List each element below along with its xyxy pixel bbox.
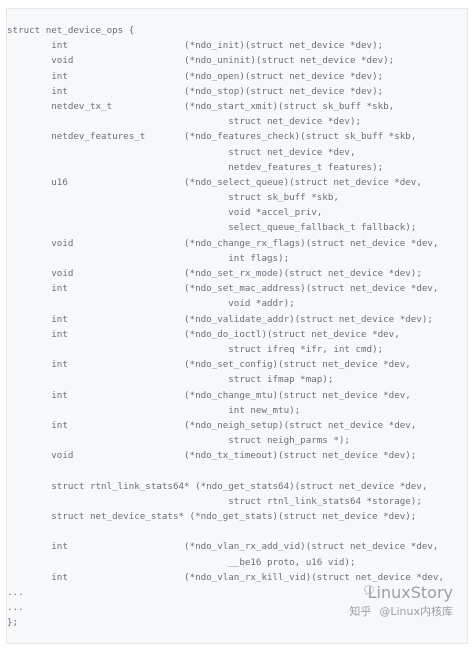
code-line: void *accel_priv, — [7, 207, 323, 219]
code-line: int (*ndo_vlan_rx_add_vid)(struct net_de… — [7, 541, 439, 553]
code-line: int (*ndo_change_mtu)(struct net_device … — [7, 389, 411, 401]
code-line: struct ifreq *ifr, int cmd); — [7, 343, 384, 355]
code-line: void (*ndo_change_rx_flags)(struct net_d… — [7, 237, 439, 249]
code-panel: struct net_device_ops { int (*ndo_init)(… — [6, 8, 468, 644]
code-line: void *addr); — [7, 298, 295, 310]
code-line: int (*ndo_validate_addr)(struct net_devi… — [7, 313, 433, 325]
code-line: struct net_device_stats* (*ndo_get_stats… — [7, 511, 417, 522]
watermark: LinuxStory 知乎 @Linux内核库 — [323, 583, 453, 625]
code-line: void (*ndo_uninit)(struct net_device *de… — [7, 55, 395, 67]
watermark-brand: LinuxStory — [367, 583, 453, 602]
code-line: int flags); — [7, 252, 290, 264]
code-line: void (*ndo_set_rx_mode)(struct net_devic… — [7, 268, 422, 279]
code-line: int (*ndo_set_config)(struct net_device … — [7, 359, 411, 371]
code-line: int (*ndo_stop)(struct net_device *dev); — [7, 85, 384, 97]
code-line: netdev_features_t (*ndo_features_check)(… — [7, 131, 417, 143]
code-line: netdev_tx_t (*ndo_start_xmit)(struct sk_… — [7, 100, 395, 112]
code-line: struct sk_buff *skb, — [7, 192, 339, 204]
code-line: int (*ndo_init)(struct net_device *dev); — [7, 40, 384, 52]
watermark-platform: 知乎 — [349, 605, 372, 618]
code-line: struct neigh_parms *); — [7, 435, 350, 447]
code-line: int (*ndo_open)(struct net_device *dev); — [7, 70, 384, 82]
code-line: struct ifmap *map); — [7, 374, 334, 386]
code-line: void (*ndo_tx_timeout)(struct net_device… — [7, 450, 417, 462]
code-line: int (*ndo_neigh_setup)(struct net_device… — [7, 419, 417, 431]
code-line: u16 (*ndo_select_queue)(struct net_devic… — [7, 176, 422, 188]
code-line: netdev_features_t features); — [7, 161, 384, 173]
code-block: struct net_device_ops { int (*ndo_init)(… — [7, 23, 467, 631]
watermark-account: @Linux内核库 — [379, 605, 453, 618]
code-line: int (*ndo_do_ioctl)(struct net_device *d… — [7, 328, 400, 340]
code-line: struct rtnl_link_stats64 *storage); — [7, 495, 422, 507]
code-line: struct net_device *dev, — [7, 146, 356, 158]
code-line: struct net_device_ops { — [7, 25, 135, 36]
code-line: __be16 proto, u16 vid); — [7, 556, 356, 568]
watermark-footer: 知乎 @Linux内核库 — [349, 603, 453, 619]
code-line: int (*ndo_set_mac_address)(struct net_de… — [7, 283, 439, 295]
code-line: int new_mtu); — [7, 404, 301, 416]
code-line: struct rtnl_link_stats64* (*ndo_get_stat… — [7, 480, 428, 492]
code-line: struct net_device *dev); — [7, 116, 362, 128]
code-line: select_queue_fallback_t fallback); — [7, 222, 417, 234]
